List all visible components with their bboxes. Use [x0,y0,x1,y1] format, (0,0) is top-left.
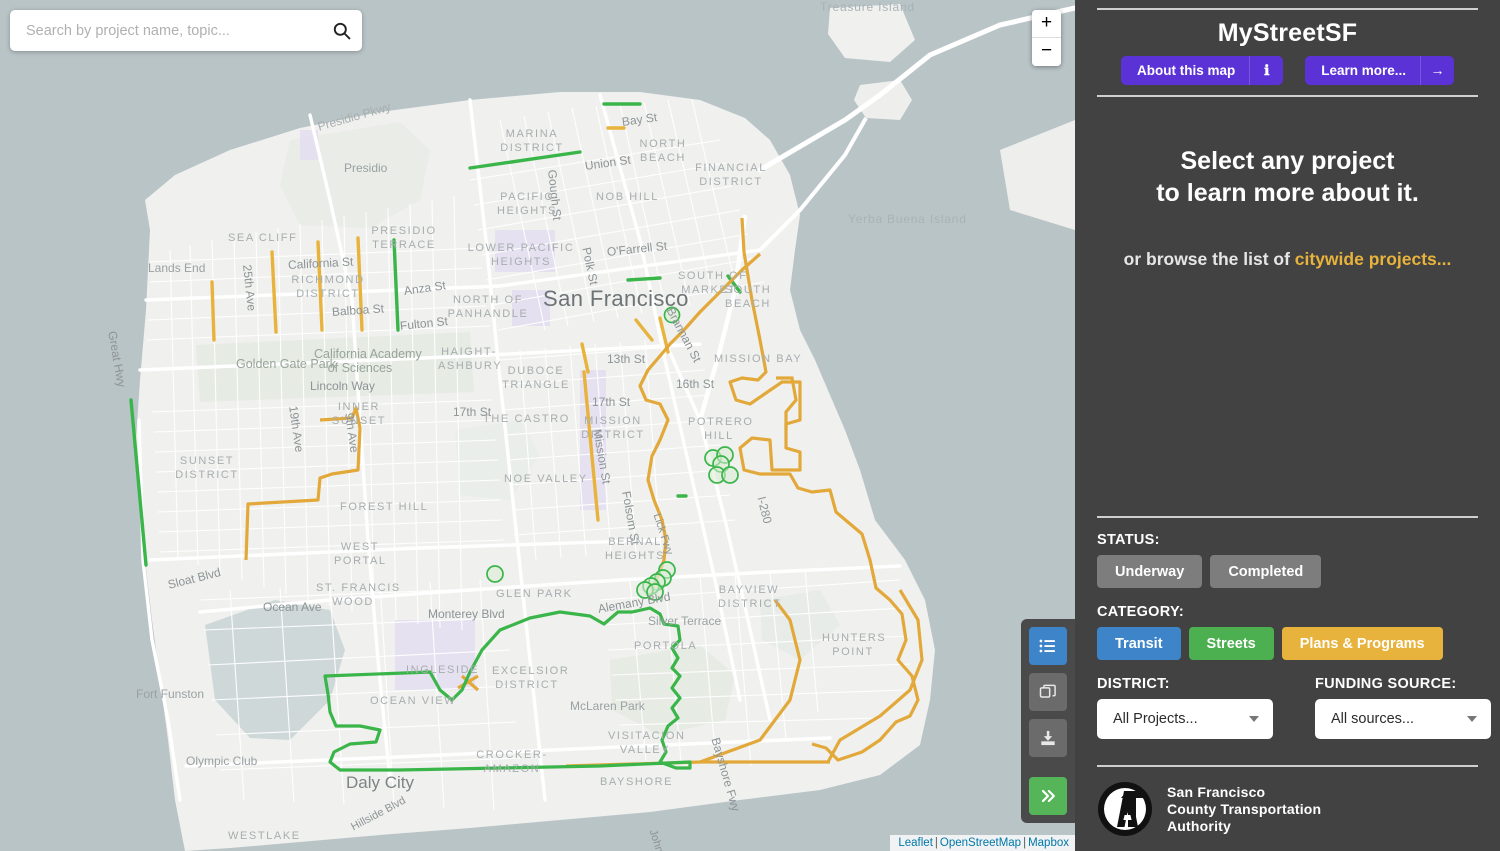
category-filter-transit[interactable]: Transit [1097,627,1181,660]
zoom-out-button[interactable]: − [1032,38,1061,66]
category-filter-streets[interactable]: Streets [1188,627,1274,660]
divider-above-filters [1097,516,1478,518]
attribution-osm[interactable]: OpenStreetMap [940,837,1021,849]
funding-label: FUNDING SOURCE: [1315,676,1457,692]
browse-prefix: or browse the list of [1123,249,1295,269]
about-button-label: About this map [1136,63,1236,78]
map-toolbar [1021,619,1075,823]
chevron-down-icon [1467,716,1477,722]
district-filter: DISTRICT: All Projects... [1097,676,1273,739]
organization-block: San Francisco County Transportation Auth… [1097,781,1478,837]
sfcta-logo [1098,782,1152,836]
district-select-value: All Projects... [1113,711,1198,727]
double-chevron-right-icon [1041,789,1055,803]
learn-more-button-label: Learn more... [1321,63,1407,78]
funding-select-value: All sources... [1331,711,1414,727]
browse-row: or browse the list of citywide projects.… [1097,249,1478,270]
list-icon [1039,639,1056,653]
arrow-right-icon: → [1420,56,1454,85]
org-line-3: Authority [1167,817,1232,834]
category-filter-group: Transit Streets Plans & Programs [1097,627,1478,660]
learn-more-button[interactable]: Learn more... → [1305,56,1455,85]
map-attribution: Leaflet | OpenStreetMap | Mapbox [890,835,1075,851]
search-icon[interactable] [320,10,362,51]
funding-filter: FUNDING SOURCE: All sources... [1315,676,1491,739]
about-this-map-button[interactable]: About this map ℹ [1120,56,1284,85]
divider-footer [1097,765,1478,767]
org-line-1: San Francisco [1167,783,1266,800]
filter-panel: STATUS: Underway Completed CATEGORY: Tra… [1097,516,1491,753]
layers-icon [1039,684,1056,698]
map-canvas[interactable]: Treasure Island Yerba Buena Island MARIN… [0,0,1075,851]
download-icon [1041,730,1055,746]
select-row: DISTRICT: All Projects... FUNDING SOURCE… [1097,676,1491,739]
category-filter-plans-programs[interactable]: Plans & Programs [1281,627,1443,660]
app-title: MyStreetSF [1217,19,1358,47]
district-select[interactable]: All Projects... [1097,699,1273,739]
status-label: STATUS: [1097,532,1160,548]
layers-button[interactable] [1029,673,1067,711]
info-icon: ℹ [1249,56,1283,85]
collapse-button[interactable] [1029,777,1067,815]
citywide-projects-link[interactable]: citywide projects... [1295,249,1452,269]
prompt-line-1: Select any project [1180,147,1395,175]
attribution-mapbox[interactable]: Mapbox [1028,837,1069,849]
header-buttons: About this map ℹ Learn more... → [1097,56,1478,95]
attribution-sep-1: | [934,837,938,849]
search-bar[interactable] [10,10,362,51]
empty-state-prompt: Select any project to learn more about i… [1097,145,1478,270]
chevron-down-icon [1249,716,1259,722]
category-label: CATEGORY: [1097,604,1185,620]
zoom-in-button[interactable]: + [1032,10,1061,38]
sidebar: MyStreetSF About this map ℹ Learn more..… [1075,0,1500,851]
org-line-2: County Transportation [1167,800,1322,817]
list-view-button[interactable] [1029,627,1067,665]
search-input[interactable] [10,22,320,39]
funding-select[interactable]: All sources... [1315,699,1491,739]
status-filter-group: Underway Completed [1097,555,1478,588]
district-label: DISTRICT: [1097,676,1170,692]
app-root: Treasure Island Yerba Buena Island MARIN… [0,0,1500,851]
prompt-line-2: to learn more about it. [1156,179,1419,207]
status-filter-underway[interactable]: Underway [1097,555,1203,588]
organization-name: San Francisco County Transportation Auth… [1167,784,1321,835]
status-filter-completed[interactable]: Completed [1210,555,1322,588]
zoom-control[interactable]: + − [1032,10,1061,66]
map-graphics [0,0,1075,851]
attribution-leaflet[interactable]: Leaflet [898,837,933,849]
sidebar-footer: San Francisco County Transportation Auth… [1097,753,1478,851]
divider-under-header [1097,95,1478,97]
download-button[interactable] [1029,719,1067,757]
